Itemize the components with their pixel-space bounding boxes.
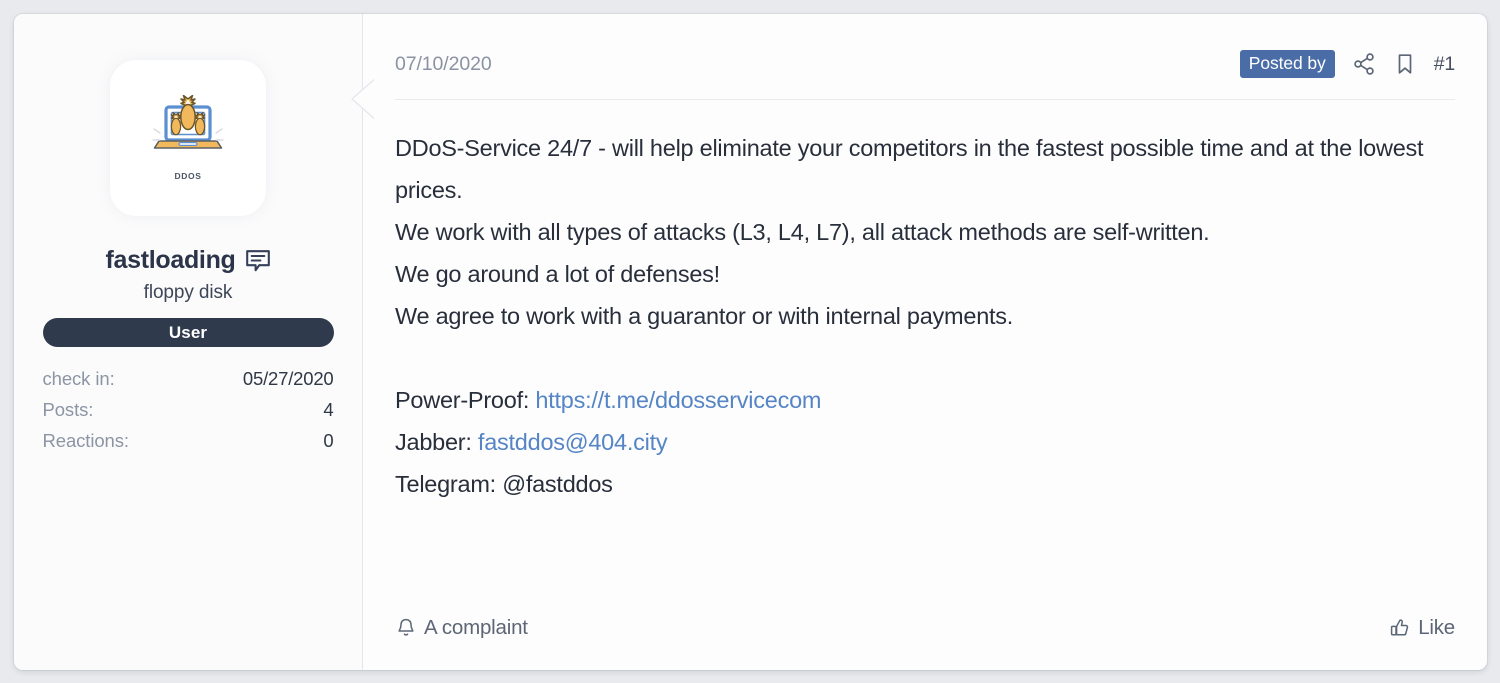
post-body-line-2: We work with all types of attacks (L3, L… <box>395 219 1210 245</box>
post-number[interactable]: #1 <box>1434 53 1455 76</box>
post-body-line-4: We agree to work with a guarantor or wit… <box>395 303 1014 329</box>
post-header-actions: Posted by #1 <box>1239 50 1455 78</box>
stat-value-reactions: 0 <box>323 430 334 451</box>
bell-icon <box>398 618 414 636</box>
user-title: floppy disk <box>143 282 233 303</box>
stat-value-posts: 4 <box>323 399 334 420</box>
user-stats: check in: 05/27/2020 Posts: 4 Reactions:… <box>43 363 334 456</box>
bookmark-icon[interactable] <box>1393 52 1417 76</box>
contact-telegram: Telegram: @fastddos <box>395 471 613 497</box>
post-date: 07/10/2020 <box>395 52 492 75</box>
contact-power-proof-label: Power-Proof: <box>395 387 536 413</box>
like-label: Like <box>1418 616 1455 639</box>
post-body: DDoS-Service 24/7 - will help eliminate … <box>393 100 1457 616</box>
avatar-caption: DDOS <box>174 171 202 181</box>
avatar[interactable]: DDOS <box>110 60 266 216</box>
stat-label-check-in: check in: <box>42 368 115 389</box>
stat-value-check-in: 05/27/2020 <box>242 368 334 389</box>
post-header: 07/10/2020 Posted by #1 <box>393 46 1457 82</box>
user-info-panel: DDOS fastloading floppy disk User check … <box>14 14 363 670</box>
post-card: DDOS fastloading floppy disk User check … <box>14 14 1487 670</box>
power-proof-link[interactable]: https://t.me/ddosservicecom <box>535 387 821 413</box>
post-message-panel: 07/10/2020 Posted by #1 DDoS-Service 24/… <box>363 14 1487 670</box>
post-body-spacer <box>395 337 1455 379</box>
username-row: fastloading <box>105 246 270 275</box>
share-nodes-icon[interactable] <box>1352 52 1376 76</box>
stat-label-posts: Posts: <box>42 399 94 420</box>
post-body-line-3: We go around a lot of defenses! <box>395 261 720 287</box>
comment-bubble-icon[interactable] <box>245 249 271 273</box>
thumbs-up-icon <box>1391 619 1409 636</box>
username[interactable]: fastloading <box>105 246 235 275</box>
like-button[interactable]: Like <box>1389 616 1455 640</box>
jabber-link[interactable]: fastddos@404.city <box>478 429 668 455</box>
ddos-laptop-bomb-icon <box>152 95 224 149</box>
stat-row: Posts: 4 <box>43 394 334 425</box>
contact-jabber: Jabber: fastddos@404.city <box>395 421 1455 463</box>
stat-row: check in: 05/27/2020 <box>43 363 334 394</box>
role-badge: User <box>42 318 334 347</box>
contact-jabber-label: Jabber: <box>395 429 478 455</box>
post-footer: A complaint Like <box>393 616 1457 670</box>
complaint-button[interactable]: A complaint <box>395 616 528 640</box>
stat-row: Reactions: 0 <box>43 425 334 456</box>
post-body-line-1: DDoS-Service 24/7 - will help eliminate … <box>395 135 1424 203</box>
stat-label-reactions: Reactions: <box>42 430 130 451</box>
posted-by-badge[interactable]: Posted by <box>1239 50 1335 78</box>
contact-power-proof: Power-Proof: https://t.me/ddosservicecom <box>395 379 1455 421</box>
complaint-label: A complaint <box>424 616 528 639</box>
